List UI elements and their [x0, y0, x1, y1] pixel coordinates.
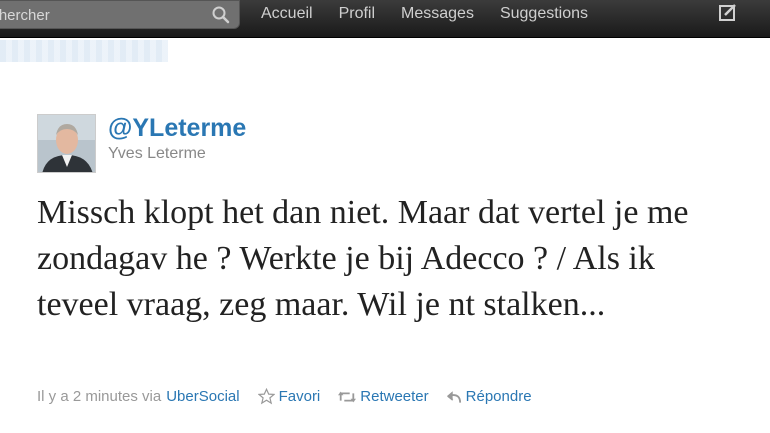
search-icon[interactable]	[211, 5, 231, 25]
tweet-author-name: Yves Leterme	[108, 145, 206, 162]
tweet-timestamp: Il y a 2 minutes via	[37, 388, 162, 405]
retweet-icon	[338, 391, 357, 402]
retweet-button[interactable]: Retweeter	[338, 388, 429, 405]
avatar[interactable]	[37, 114, 96, 173]
reply-icon	[446, 390, 461, 403]
search-input[interactable]	[0, 1, 205, 30]
star-icon	[257, 388, 275, 405]
reply-button[interactable]: Répondre	[446, 388, 532, 405]
nav-suggestions[interactable]: Suggestions	[500, 5, 588, 23]
top-navigation-bar: Accueil Profil Messages Suggestions	[0, 0, 770, 38]
search-box	[0, 0, 240, 30]
tweet-source-link[interactable]: UberSocial	[166, 388, 239, 405]
nav-home[interactable]: Accueil	[261, 5, 313, 23]
favorite-label: Favori	[278, 388, 321, 405]
blurred-banner	[0, 40, 168, 62]
profile-photo-icon	[38, 115, 95, 172]
nav-profile[interactable]: Profil	[339, 5, 375, 23]
nav-messages[interactable]: Messages	[401, 5, 474, 23]
tweet-author-handle[interactable]: @YLeterme	[108, 114, 246, 143]
main-nav: Accueil Profil Messages Suggestions	[261, 5, 614, 23]
retweet-label: Retweeter	[360, 388, 429, 405]
tweet-text: Missch klopt het dan niet. Maar dat vert…	[37, 194, 689, 323]
favorite-button[interactable]: Favori	[257, 388, 321, 405]
reply-label: Répondre	[465, 388, 532, 405]
compose-tweet-icon[interactable]	[718, 3, 738, 23]
tweet-meta: Il y a 2 minutes via UberSocial Favori R…	[37, 388, 532, 405]
